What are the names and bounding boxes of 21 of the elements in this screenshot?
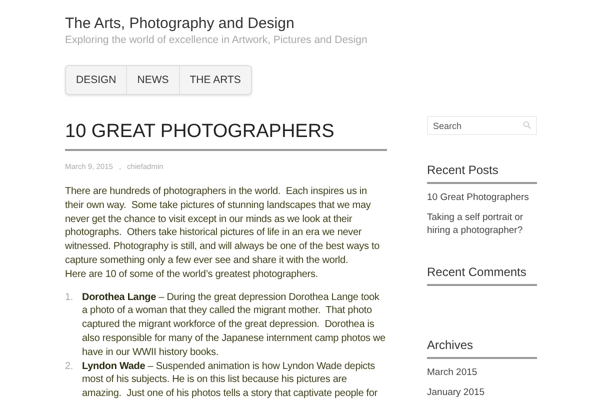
widget-title: Archives [427, 338, 537, 359]
search-field[interactable]: Search [427, 116, 537, 135]
nav-link[interactable]: DESIGN [66, 66, 128, 94]
widget-title: Recent Posts [427, 163, 537, 184]
list-item-text: Dorothea Lange – During the great depression Dorothea Lange took a photo of a woman that they called the migrant mother. That photo captured the migrant workforce of the great depression. Dorothea is also responsible for many of the Japanese internment camp photos we have in our WWII history books. [82, 290, 386, 360]
nav-link[interactable]: THE ARTS [180, 66, 251, 94]
site-tagline: Exploring the world of excellence in Artwork, Pictures and Design [65, 34, 368, 46]
sidebar-link[interactable]: January 2015 [427, 386, 537, 399]
list-number: 1. [65, 290, 74, 305]
search-icon[interactable] [523, 121, 531, 129]
widget-title: Recent Comments [427, 265, 537, 286]
nav-link[interactable]: NEWS [127, 66, 180, 94]
sidebar-link[interactable]: Taking a self portrait or hiring a photographer? [427, 211, 537, 237]
intro-sentence: Here are 10 of some of the world’s greatest photographers. [65, 268, 319, 282]
site-title[interactable]: The Arts, Photography and Design [65, 15, 600, 33]
sidebar-link[interactable]: March 2015 [427, 366, 537, 379]
intro-paragraph: There are hundreds of photographers in the world. Each inspires us in their own way. Some take pictures of stunning landscapes that we may never get the chance to visit except in our minds as we look at their photographs. Others take historical pictures of life in an era we never witnessed. Photography is still, and will always be one of the best ways to capture something only a few ever see and share it with the world. [65, 185, 380, 268]
post-title: 10 GREAT PHOTOGRAPHERS [65, 121, 387, 151]
list-number: 2. [65, 360, 74, 374]
sidebar-link[interactable]: 10 Great Photographers [427, 191, 537, 204]
list-item-text: Lyndon Wade – Suspended animation is how Lyndon Wade depicts most of his subjects. He is on this list because his pictures are amazing. Just one of his photos tells a story that captivate people for [82, 360, 378, 400]
